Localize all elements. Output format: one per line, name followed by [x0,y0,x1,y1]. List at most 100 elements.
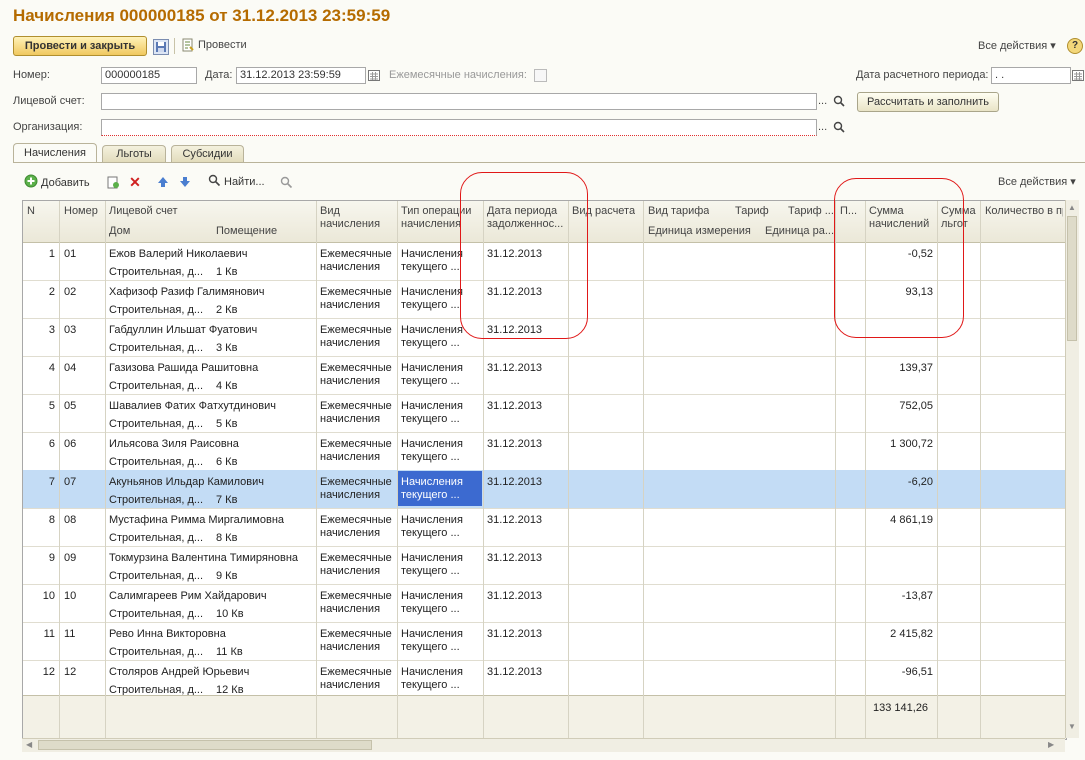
row-op-line2: текущего ... [401,527,460,539]
number-field[interactable]: 000000185 [101,67,197,84]
col-operation-type[interactable]: Тип операции начисления [401,205,471,231]
row-room: 3 Кв [216,342,238,354]
organization-search-icon[interactable] [832,120,846,134]
row-number: 2 [48,286,55,298]
table-row[interactable]: 12 12 Столяров Андрей Юрьевич Строительная,… [23,660,1066,699]
delete-row-icon[interactable]: ✕ [128,174,142,190]
row-house: Строительная, д... [109,532,204,544]
col-house[interactable]: Дом [109,225,130,238]
row-code: 09 [64,552,77,564]
table-row[interactable]: 1 01 Ежов Валерий Николаевич Строительная, … [23,242,1066,281]
row-account-name: Столяров Андрей Юрьевич [109,666,250,678]
horizontal-scrollbar[interactable]: ◀ ▶ [22,738,1065,752]
monthly-charges-checkbox[interactable] [534,69,547,82]
row-op-line1: Начисления [401,324,463,336]
col-benefits-sum[interactable]: Сумма льгот [941,205,976,231]
tab-subsidies[interactable]: Субсидии [171,145,244,162]
vertical-scroll-thumb[interactable] [1067,216,1077,341]
row-house: Строительная, д... [109,494,204,506]
row-kind-line1: Ежемесячные [320,248,392,260]
scroll-left-icon[interactable]: ◀ [26,740,32,749]
accruals-table[interactable]: N Номер Лицевой счет Дом Помещение Вид на… [22,200,1067,740]
table-row[interactable]: 4 04 Газизова Рашида Рашитовна Строительная… [23,356,1066,395]
tab-accruals[interactable]: Начисления [13,143,97,162]
table-row[interactable]: 9 09 Токмурзина Валентина Тимиряновна Строи… [23,546,1066,585]
table-row[interactable]: 2 02 Хафизоф Разиф Галимянович Строительная… [23,280,1066,319]
col-kind[interactable]: Вид начисления [320,205,380,231]
account-field[interactable] [101,93,817,110]
scroll-down-icon[interactable]: ▼ [1068,722,1076,731]
col-unit-2[interactable]: Единица ра... [765,225,834,238]
col-tariff[interactable]: Тариф [735,205,769,218]
row-room: 6 Кв [216,456,238,468]
table-row[interactable]: 8 08 Мустафина Римма Миргалимовна Строитель… [23,508,1066,547]
account-search-icon[interactable] [832,94,846,108]
table-row[interactable]: 5 05 Шавалиев Фатих Фатхутдинович Строитель… [23,394,1066,433]
row-op-line1: Начисления [401,476,463,488]
col-n[interactable]: N [27,205,35,218]
account-select-button[interactable]: ... [818,95,827,107]
monthly-charges-label: Ежемесячные начисления: [389,69,527,81]
vertical-scrollbar[interactable]: ▲ ▼ [1065,200,1079,738]
scroll-up-icon[interactable]: ▲ [1068,203,1076,212]
row-op-line1: Начисления [401,362,463,374]
row-op-line1: Начисления [401,628,463,640]
col-debt-date[interactable]: Дата периода задолженнос... [487,205,563,231]
col-separator [483,201,484,739]
row-account-name: Хафизоф Разиф Галимянович [109,286,265,298]
col-number[interactable]: Номер [64,205,98,218]
row-room: 2 Кв [216,304,238,316]
find-button[interactable]: Найти... [208,174,265,190]
save-icon[interactable] [153,39,169,55]
add-row-button[interactable]: Добавить [24,174,90,191]
table-row[interactable]: 6 06 Ильясова Зиля Раисовна Строительная, д… [23,432,1066,471]
row-kind-line2: начисления [320,565,381,577]
row-number: 9 [48,552,55,564]
row-op-line1: Начисления [401,666,463,678]
col-unit[interactable]: Единица измерения [648,225,751,238]
row-kind-line1: Ежемесячные [320,666,392,678]
row-kind-line2: начисления [320,527,381,539]
col-room[interactable]: Помещение [216,225,277,238]
row-op-line2: текущего ... [401,565,460,577]
organization-field[interactable] [101,119,817,136]
col-separator [643,201,644,739]
grid-all-actions-menu[interactable]: Все действия ▾ [998,175,1076,188]
col-tariff-kind[interactable]: Вид тарифа [648,205,709,218]
row-kind-line2: начисления [320,641,381,653]
col-quantity[interactable]: Количество в пр... [985,205,1063,218]
table-row[interactable]: 11 11 Рево Инна Викторовна Строительная, д.… [23,622,1066,661]
organization-select-button[interactable]: ... [818,121,827,133]
row-op-line2: текущего ... [401,451,460,463]
col-calc-kind[interactable]: Вид расчета [572,205,635,218]
calendar-icon[interactable] [367,68,381,82]
horizontal-scroll-thumb[interactable] [38,740,372,750]
table-row[interactable]: 3 03 Габдуллин Ильшат Фуатович Строительная… [23,318,1066,357]
date-field[interactable]: 31.12.2013 23:59:59 [236,67,366,84]
post-and-close-button[interactable]: Провести и закрыть [13,36,147,56]
row-debt-date: 31.12.2013 [487,666,543,678]
post-button[interactable]: Провести [198,39,247,51]
col-sum[interactable]: Сумма начислений [869,205,929,231]
col-tariff-2[interactable]: Тариф ... [788,205,834,218]
copy-row-icon[interactable] [106,175,120,189]
row-number: 12 [42,666,55,678]
cancel-search-icon[interactable] [279,175,293,189]
tab-benefits[interactable]: Льготы [102,145,166,162]
move-up-icon[interactable] [156,175,170,189]
table-row[interactable]: 7 07 Акуньянов Ильдар Камилович Строительна… [23,470,1066,509]
col-separator [937,201,938,739]
table-row[interactable]: 10 10 Салимгареев Рим Хайдарович Строительн… [23,584,1066,623]
account-label: Лицевой счет: [13,95,85,107]
period-calendar-icon[interactable] [1071,68,1085,82]
row-kind-line2: начисления [320,603,381,615]
move-down-icon[interactable] [178,175,192,189]
col-account[interactable]: Лицевой счет [109,205,178,218]
col-p[interactable]: П... [840,205,857,218]
period-date-field[interactable]: . . [991,67,1071,84]
help-icon[interactable]: ? [1067,38,1083,54]
post-document-icon[interactable] [181,38,195,52]
calculate-and-fill-button[interactable]: Рассчитать и заполнить [857,92,999,112]
all-actions-menu[interactable]: Все действия ▾ [978,39,1056,52]
scroll-right-icon[interactable]: ▶ [1048,740,1054,749]
